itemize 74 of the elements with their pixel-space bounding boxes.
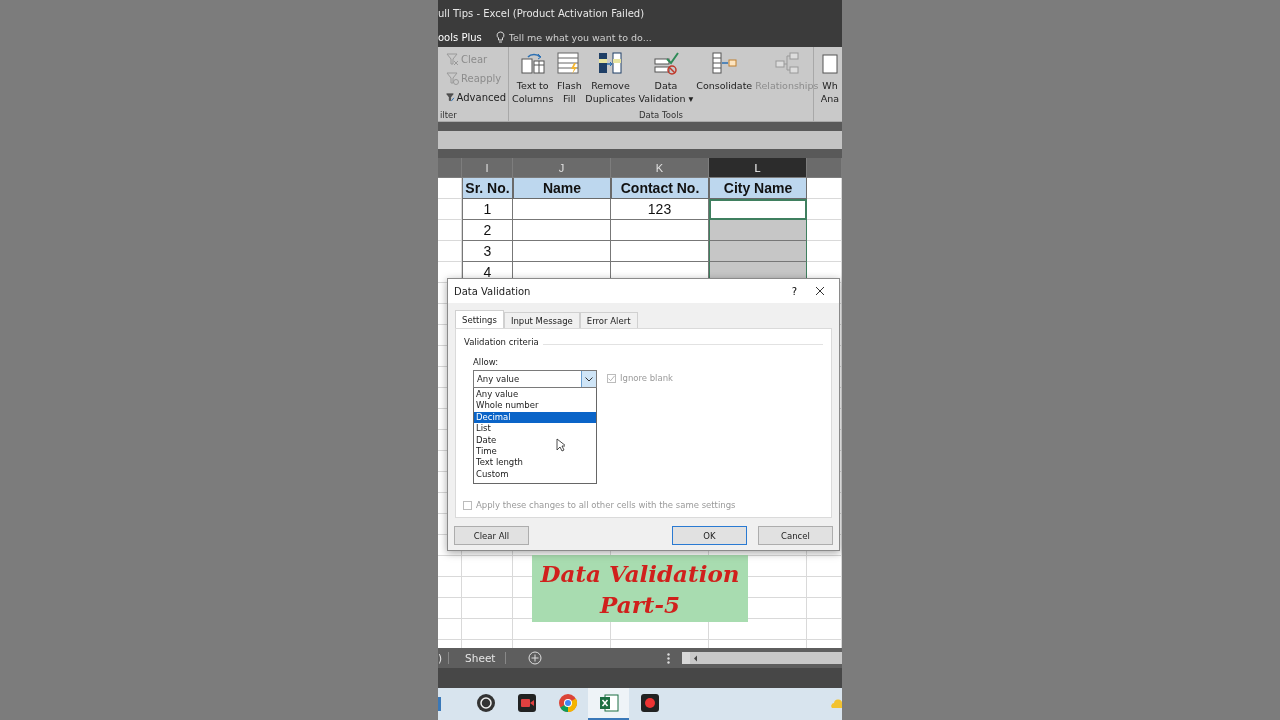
column-header[interactable]: J bbox=[513, 158, 611, 178]
ribbon-button[interactable]: Consolidate bbox=[695, 49, 754, 92]
table-cell: 1 bbox=[462, 199, 513, 220]
chevron-down-icon bbox=[585, 376, 593, 382]
record-button-icon bbox=[638, 692, 661, 714]
split-columns-icon bbox=[519, 51, 546, 75]
banner-text: Data Validation bbox=[540, 558, 740, 589]
dialog-tab[interactable]: Settings bbox=[455, 310, 504, 328]
ribbon-button[interactable]: Advanced bbox=[440, 89, 506, 105]
close-icon bbox=[815, 286, 825, 296]
dialog-button[interactable]: Clear All bbox=[454, 526, 529, 545]
lightbulb-icon bbox=[495, 31, 505, 43]
column-header[interactable]: K bbox=[611, 158, 709, 178]
column-header[interactable] bbox=[807, 158, 842, 178]
plus-circle-icon bbox=[528, 651, 543, 665]
dialog-button[interactable]: Cancel bbox=[758, 526, 833, 545]
table-arrow-icon bbox=[711, 51, 738, 75]
clear-filter-icon bbox=[446, 52, 459, 66]
dropdown-option[interactable]: Decimal bbox=[474, 411, 596, 424]
table-header-cell: Name bbox=[513, 178, 611, 199]
table-header-cell: Sr. No. bbox=[462, 178, 513, 199]
table-cell: 2 bbox=[462, 220, 513, 241]
dialog-title: Data Validation bbox=[454, 285, 532, 297]
allow-dropdown[interactable]: Any value bbox=[473, 370, 597, 388]
columns-arrow-icon bbox=[597, 51, 624, 75]
ribbon-button[interactable]: Flash Fill bbox=[555, 49, 584, 105]
horizontal-scrollbar[interactable] bbox=[682, 652, 842, 664]
column-header[interactable] bbox=[438, 158, 462, 178]
section-label: Validation criteria bbox=[464, 337, 543, 347]
column-header[interactable]: I bbox=[462, 158, 513, 178]
circle-logo-icon bbox=[474, 692, 497, 714]
filter-icon bbox=[446, 90, 455, 104]
taskbar-app[interactable] bbox=[588, 688, 629, 720]
table-cell: 3 bbox=[462, 241, 513, 262]
sheet-tab[interactable]: ) bbox=[438, 652, 450, 664]
linked-tables-icon bbox=[773, 51, 800, 75]
dialog-button[interactable]: OK bbox=[672, 526, 747, 545]
browser-logo-icon bbox=[556, 692, 579, 714]
dropdown-option[interactable]: Any value bbox=[474, 389, 596, 401]
formula-bar[interactable] bbox=[438, 131, 842, 149]
dropdown-option[interactable]: Time bbox=[474, 445, 596, 458]
dialog-tab[interactable]: Error Alert bbox=[579, 312, 638, 328]
filter-icon bbox=[446, 71, 459, 85]
tell-me-field[interactable]: Tell me what you want to do... bbox=[495, 31, 659, 43]
spreadsheet-app-icon bbox=[597, 692, 620, 714]
group-label: Data Tools bbox=[638, 110, 684, 121]
scroll-left-icon bbox=[693, 654, 699, 662]
mouse-cursor-icon bbox=[556, 438, 565, 452]
banner-text: Part-5 bbox=[600, 589, 680, 620]
dropdown-option[interactable]: Custom bbox=[474, 468, 596, 481]
ribbon-button[interactable]: Remove Duplicates bbox=[584, 49, 637, 105]
vertical-dots-icon bbox=[667, 652, 671, 664]
dropdown-option[interactable]: Whole number bbox=[474, 400, 596, 412]
video-camera-icon bbox=[515, 692, 538, 714]
ribbon-button[interactable]: Data Validation ▾ bbox=[637, 49, 695, 105]
checkbox-label: Apply these changes to all other cells with the same settings bbox=[476, 500, 736, 510]
check-icon bbox=[608, 374, 615, 382]
table-header-cell: Contact No. bbox=[611, 178, 709, 199]
table-header-cell: City Name bbox=[709, 178, 807, 199]
column-header[interactable]: L bbox=[709, 158, 807, 178]
dropdown-option[interactable]: Text length bbox=[474, 457, 596, 469]
checkbox-label: Ignore blank bbox=[620, 373, 673, 383]
dropdown-option[interactable]: List bbox=[474, 423, 596, 435]
help-button[interactable]: ? bbox=[791, 285, 797, 297]
ribbon-tab[interactable]: ools Plus bbox=[438, 31, 482, 43]
sheet-tab[interactable]: Sheet bbox=[449, 652, 507, 664]
checkmark-form-icon bbox=[652, 51, 679, 75]
dropdown-option[interactable]: Date bbox=[474, 434, 596, 446]
dialog-tab[interactable]: Input Message bbox=[503, 312, 580, 328]
ribbon-button[interactable]: Text to Columns bbox=[511, 49, 555, 105]
cloud-icon bbox=[830, 698, 842, 710]
group-label: ilter bbox=[440, 110, 458, 121]
field-label: Allow: bbox=[473, 357, 500, 367]
window-title: ull Tips - Excel (Product Activation Failed) bbox=[438, 8, 645, 19]
